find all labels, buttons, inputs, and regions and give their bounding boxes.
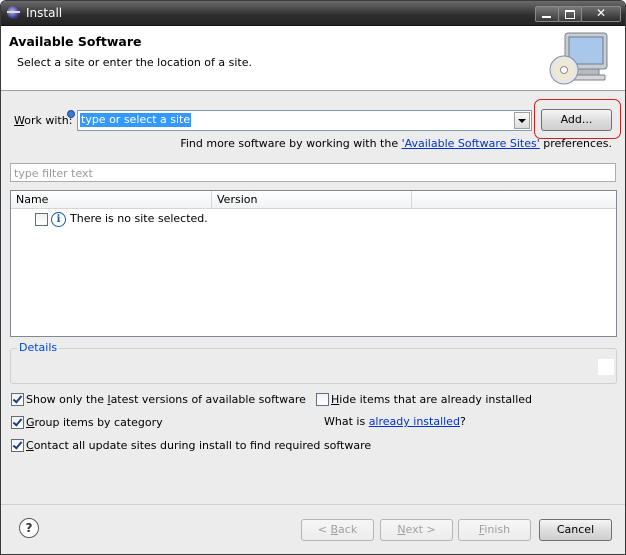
available-software-sites-link[interactable]: 'Available Software Sites' — [402, 137, 540, 150]
work-with-mnemonic: W — [14, 114, 25, 127]
find-more-suffix: preferences. — [539, 137, 612, 150]
what-is-suffix: ? — [459, 415, 466, 428]
details-label: Details — [17, 341, 60, 354]
row-checkbox[interactable] — [35, 213, 48, 226]
column-header-name[interactable]: Name — [11, 191, 212, 209]
chevron-down-icon[interactable] — [514, 112, 530, 129]
what-is-installed-text: What is already installed? — [324, 415, 466, 429]
button-bar-separator — [1, 504, 625, 505]
maximize-icon — [565, 10, 575, 19]
already-installed-link[interactable]: already installed — [369, 415, 460, 428]
maximize-button[interactable] — [558, 6, 582, 22]
finish-button[interactable]: Finish — [458, 519, 531, 541]
next-button[interactable]: Next > — [380, 519, 453, 541]
find-more-prefix: Find more software by working with the — [180, 137, 402, 150]
wizard-header: Available Software Select a site or ente… — [1, 26, 625, 91]
page-title: Available Software — [9, 34, 142, 49]
window-title: Install — [26, 6, 63, 20]
details-content — [598, 359, 614, 375]
column-header-version[interactable]: Version — [212, 191, 412, 209]
minimize-button[interactable] — [535, 6, 559, 22]
hide-installed-label: Hide items that are already installed — [331, 393, 533, 406]
cancel-button[interactable]: Cancel — [539, 519, 612, 541]
work-with-label: Work with: — [14, 114, 72, 127]
show-latest-checkbox[interactable] — [11, 393, 24, 406]
content-assist-hint-icon — [67, 110, 75, 118]
filter-input[interactable]: type filter text — [10, 163, 616, 182]
close-button[interactable]: ✕ — [581, 6, 621, 22]
column-header-blank — [412, 191, 616, 209]
work-with-combo[interactable]: type or select a site — [77, 110, 532, 131]
find-more-text: Find more software by working with the '… — [180, 137, 612, 150]
work-with-label-text: ork with: — [24, 114, 73, 127]
title-bar[interactable]: Install ✕ — [1, 1, 625, 26]
page-description: Select a site or enter the location of a… — [17, 56, 253, 69]
help-icon[interactable]: ? — [19, 518, 39, 538]
group-category-checkbox[interactable] — [11, 416, 24, 429]
show-latest-label: Show only the latest versions of availab… — [26, 393, 306, 406]
close-icon: ✕ — [596, 6, 607, 20]
details-group: Details — [10, 341, 617, 384]
minimize-icon — [542, 16, 551, 18]
back-button[interactable]: < Back — [301, 519, 374, 541]
hide-installed-checkbox[interactable] — [316, 393, 329, 406]
group-category-label: Group items by category — [26, 416, 163, 429]
info-icon: i — [51, 212, 66, 227]
contact-sites-checkbox[interactable] — [11, 439, 24, 452]
what-is-prefix: What is — [324, 415, 369, 428]
add-site-button[interactable]: Add... — [541, 109, 612, 131]
monitor-cd-icon — [549, 32, 608, 85]
software-table[interactable]: Name Version i There is no site selected… — [10, 190, 617, 337]
eclipse-icon — [7, 6, 20, 19]
row-text: There is no site selected. — [70, 212, 208, 225]
work-with-input-value[interactable]: type or select a site — [80, 113, 192, 127]
contact-sites-label: Contact all update sites during install … — [26, 439, 372, 452]
install-dialog: Install ✕ Available Software Select a si… — [0, 0, 626, 555]
